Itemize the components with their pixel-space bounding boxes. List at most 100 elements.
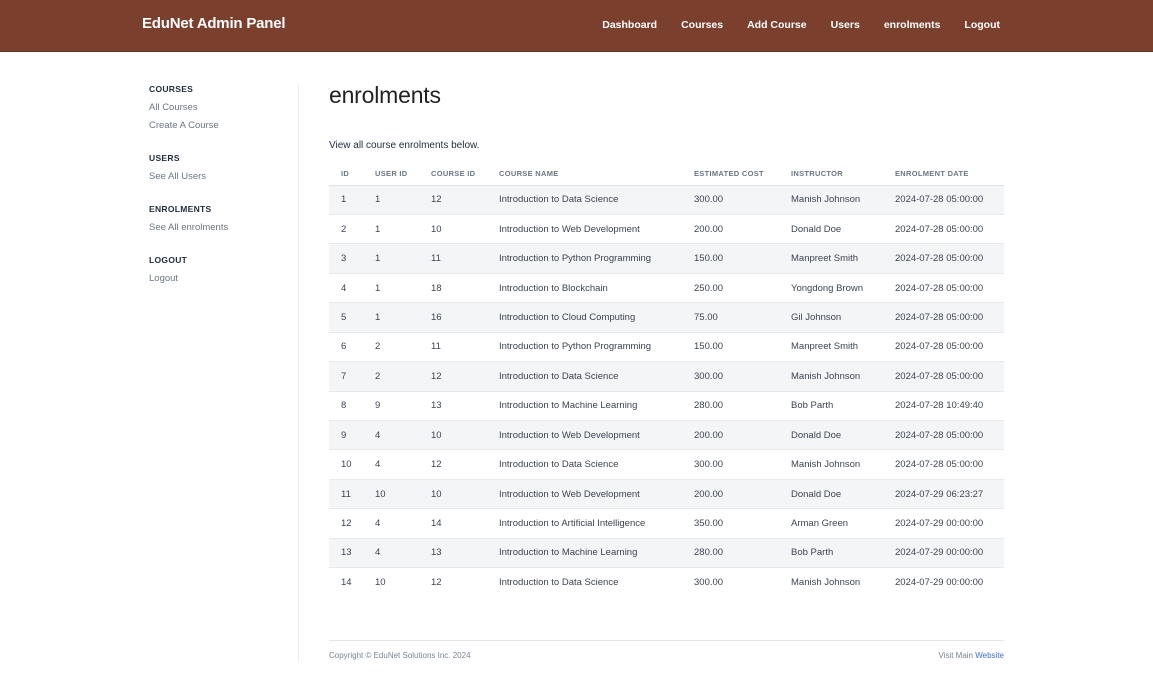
enrolments-table: ID USER ID COURSE ID COURSE NAME ESTIMAT…	[329, 163, 1004, 598]
cell-enrolment-date: 2024-07-28 05:00:00	[883, 332, 1004, 363]
cell-course-id: 12	[419, 567, 487, 598]
col-course-id: COURSE ID	[419, 163, 487, 186]
table-row: 7 2 12 Introduction to Data Science 300.00 Ma…	[329, 361, 1004, 392]
cell-user-id: 10	[363, 479, 419, 510]
nav-links: Dashboard Courses Add Course Users enrol…	[602, 19, 1000, 31]
cell-course-id: 10	[419, 420, 487, 451]
cell-estimated-cost: 200.00	[682, 420, 779, 451]
cell-estimated-cost: 150.00	[682, 332, 779, 363]
cell-id: 8	[329, 391, 363, 422]
cell-id: 1	[329, 185, 363, 215]
table-row: 9 4 10 Introduction to Web Development 200.0…	[329, 420, 1004, 451]
cell-enrolment-date: 2024-07-28 05:00:00	[883, 302, 1004, 333]
cell-instructor: Bob Parth	[779, 391, 883, 422]
cell-user-id: 1	[363, 273, 419, 304]
cell-user-id: 1	[363, 185, 419, 215]
cell-estimated-cost: 300.00	[682, 567, 779, 598]
cell-course-id: 12	[419, 361, 487, 392]
cell-user-id: 4	[363, 538, 419, 569]
footer-copyright: Copyright © EduNet Solutions Inc. 2024	[329, 651, 471, 660]
footer-visit-text: Visit Main	[938, 651, 976, 660]
sidebar-section-enrolments: ENROLMENTS See All enrolments	[149, 204, 289, 233]
col-estimated-cost: ESTIMATED COST	[682, 163, 779, 186]
cell-id: 7	[329, 361, 363, 392]
cell-course-name: Introduction to Web Development	[487, 214, 682, 245]
cell-user-id: 2	[363, 332, 419, 363]
cell-enrolment-date: 2024-07-28 10:49:40	[883, 391, 1004, 422]
cell-id: 10	[329, 449, 363, 480]
cell-user-id: 4	[363, 449, 419, 480]
sidebar-heading: USERS	[149, 153, 180, 163]
cell-course-name: Introduction to Web Development	[487, 479, 682, 510]
cell-user-id: 1	[363, 302, 419, 333]
table-row: 13 4 13 Introduction to Machine Learning 280…	[329, 538, 1004, 569]
col-enrolment-date: ENROLMENT DATE	[883, 163, 1004, 186]
cell-user-id: 4	[363, 420, 419, 451]
nav-enrolments[interactable]: enrolments	[884, 19, 941, 31]
table-row: 8 9 13 Introduction to Machine Learning 280.…	[329, 391, 1004, 422]
sidebar-link-see-all-enrolments[interactable]: See All enrolments	[149, 222, 289, 233]
cell-course-id: 10	[419, 214, 487, 245]
cell-estimated-cost: 200.00	[682, 214, 779, 245]
cell-user-id: 9	[363, 391, 419, 422]
cell-id: 5	[329, 302, 363, 333]
cell-enrolment-date: 2024-07-29 06:23:27	[883, 479, 1004, 510]
cell-enrolment-date: 2024-07-28 05:00:00	[883, 361, 1004, 392]
cell-estimated-cost: 300.00	[682, 361, 779, 392]
cell-enrolment-date: 2024-07-29 00:00:00	[883, 538, 1004, 569]
sidebar-section-courses: COURSES All Courses Create A Course	[149, 84, 289, 131]
cell-enrolment-date: 2024-07-28 05:00:00	[883, 449, 1004, 480]
cell-id: 3	[329, 243, 363, 274]
table-row: 4 1 18 Introduction to Blockchain 250.00 Yong…	[329, 273, 1004, 304]
table-row: 10 4 12 Introduction to Data Science 300.00 M…	[329, 449, 1004, 480]
table-row: 6 2 11 Introduction to Python Programming 15…	[329, 332, 1004, 363]
cell-course-name: Introduction to Data Science	[487, 361, 682, 392]
cell-id: 12	[329, 508, 363, 539]
cell-course-name: Introduction to Cloud Computing	[487, 302, 682, 333]
cell-course-name: Introduction to Data Science	[487, 567, 682, 598]
nav-logout[interactable]: Logout	[964, 19, 1000, 31]
cell-user-id: 1	[363, 214, 419, 245]
nav-courses[interactable]: Courses	[681, 19, 723, 31]
sidebar-link-create-course[interactable]: Create A Course	[149, 120, 289, 131]
cell-estimated-cost: 280.00	[682, 391, 779, 422]
nav-add-course[interactable]: Add Course	[747, 19, 807, 31]
brand-title[interactable]: EduNet Admin Panel	[142, 15, 286, 32]
sidebar-section-logout: LOGOUT Logout	[149, 255, 289, 284]
intro-text: View all course enrolments below.	[329, 140, 480, 151]
cell-instructor: Donald Doe	[779, 420, 883, 451]
sidebar-link-all-courses[interactable]: All Courses	[149, 102, 289, 113]
cell-user-id: 2	[363, 361, 419, 392]
cell-instructor: Yongdong Brown	[779, 273, 883, 304]
cell-course-name: Introduction to Artificial Intelligence	[487, 508, 682, 539]
cell-enrolment-date: 2024-07-29 00:00:00	[883, 508, 1004, 539]
cell-enrolment-date: 2024-07-28 05:00:00	[883, 243, 1004, 274]
cell-instructor: Manish Johnson	[779, 567, 883, 598]
sidebar-heading: ENROLMENTS	[149, 204, 212, 214]
col-instructor: INSTRUCTOR	[779, 163, 883, 186]
nav-dashboard[interactable]: Dashboard	[602, 19, 657, 31]
cell-estimated-cost: 350.00	[682, 508, 779, 539]
cell-instructor: Gil Johnson	[779, 302, 883, 333]
footer-divider	[329, 640, 1004, 641]
cell-enrolment-date: 2024-07-28 05:00:00	[883, 214, 1004, 245]
footer-website-link[interactable]: Website	[975, 651, 1004, 660]
main-content: enrolments View all course enrolments be…	[329, 82, 1004, 598]
sidebar-link-logout[interactable]: Logout	[149, 273, 289, 284]
table-row: 5 1 16 Introduction to Cloud Computing 75.00…	[329, 302, 1004, 333]
nav-users[interactable]: Users	[831, 19, 860, 31]
cell-enrolment-date: 2024-07-28 05:00:00	[883, 420, 1004, 451]
cell-instructor: Donald Doe	[779, 214, 883, 245]
cell-course-name: Introduction to Python Programming	[487, 243, 682, 274]
cell-course-name: Introduction to Machine Learning	[487, 391, 682, 422]
sidebar-section-users: USERS See All Users	[149, 153, 289, 182]
cell-course-id: 14	[419, 508, 487, 539]
cell-course-id: 18	[419, 273, 487, 304]
cell-estimated-cost: 250.00	[682, 273, 779, 304]
table-body: 1 1 12 Introduction to Data Science 300.00 Ma…	[329, 185, 1004, 598]
table-row: 2 1 10 Introduction to Web Development 200.0…	[329, 214, 1004, 245]
cell-instructor: Donald Doe	[779, 479, 883, 510]
cell-course-id: 13	[419, 538, 487, 569]
sidebar-link-see-all-users[interactable]: See All Users	[149, 171, 289, 182]
table-row: 3 1 11 Introduction to Python Programming 15…	[329, 243, 1004, 274]
